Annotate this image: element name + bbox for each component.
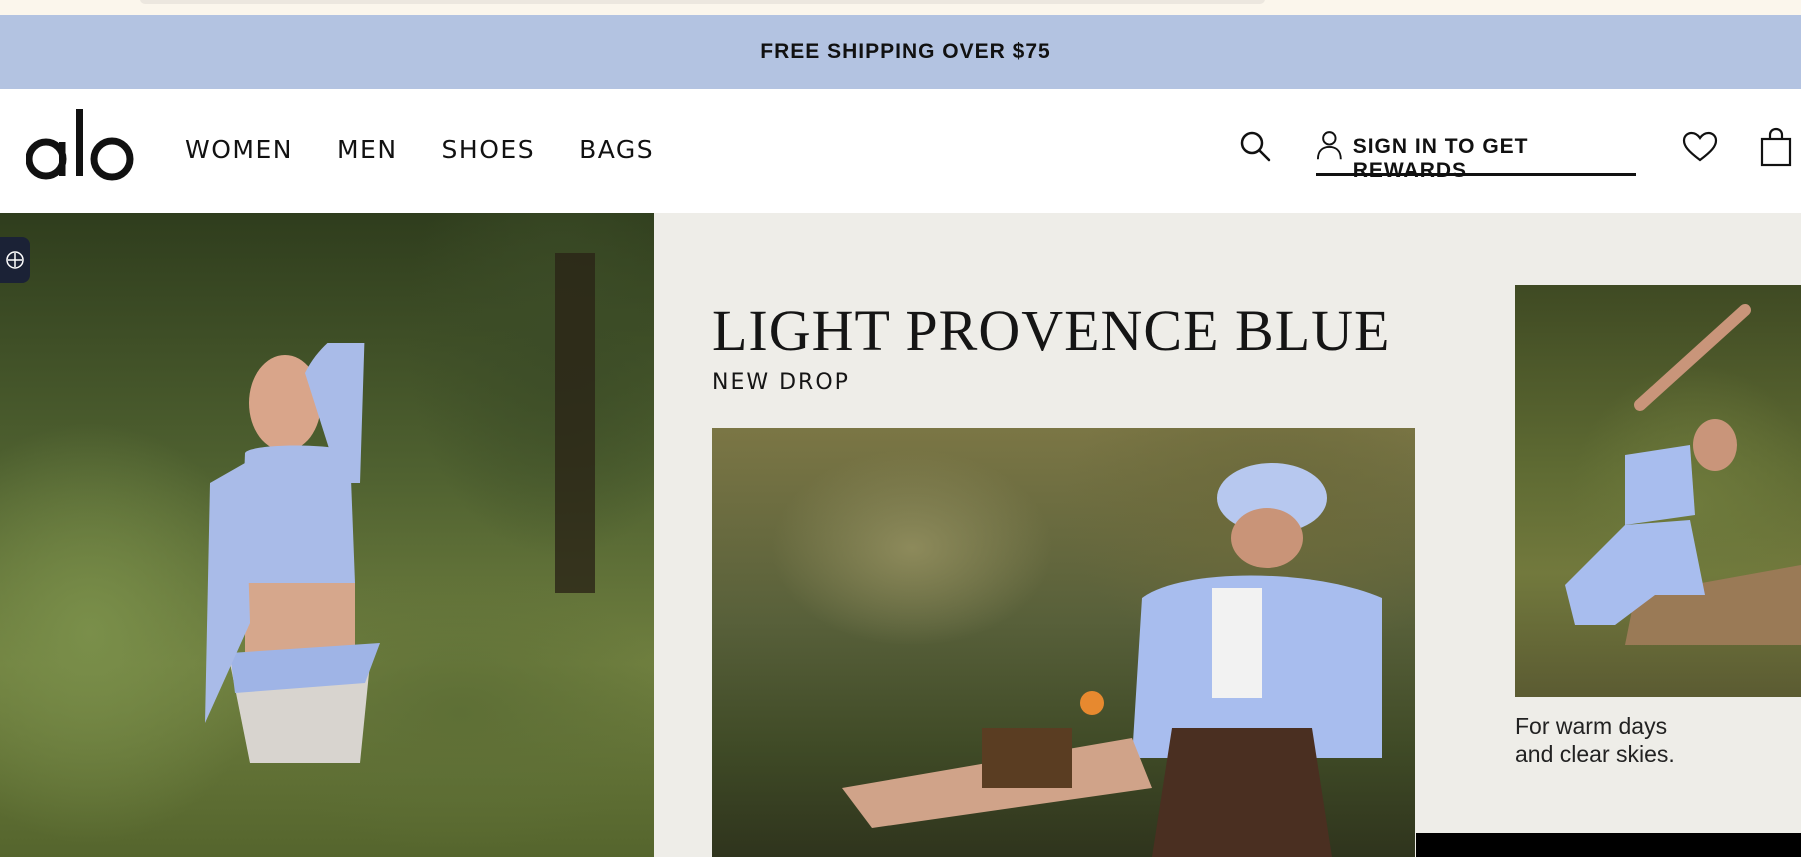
user-icon bbox=[1316, 131, 1342, 160]
top-strip bbox=[0, 0, 1801, 16]
model-seated-picnic-figure bbox=[842, 463, 1382, 857]
model-in-blue-top-figure bbox=[205, 343, 380, 763]
hero-photo-left[interactable] bbox=[0, 213, 654, 857]
menu-item-men[interactable]: MEN bbox=[337, 135, 398, 164]
promo-banner[interactable]: FREE SHIPPING OVER $75 bbox=[0, 15, 1801, 89]
caption-line-1: For warm days bbox=[1515, 713, 1668, 739]
hero-headline: LIGHT PROVENCE BLUE bbox=[712, 298, 1391, 363]
tree-trunk-shape bbox=[555, 253, 595, 593]
menu-item-bags[interactable]: BAGS bbox=[579, 135, 654, 164]
sign-in-rewards-link[interactable]: SIGN IN TO GET REWARDS bbox=[1316, 129, 1636, 182]
menu-item-women[interactable]: WOMEN bbox=[185, 135, 293, 164]
accessibility-widget-button[interactable] bbox=[0, 237, 30, 283]
shopping-bag-icon[interactable] bbox=[1760, 127, 1792, 167]
hero-subhead: NEW DROP bbox=[712, 370, 850, 395]
hero-caption: For warm days and clear skies. bbox=[1515, 712, 1675, 768]
hero-photo-center[interactable] bbox=[712, 428, 1415, 857]
promo-text: FREE SHIPPING OVER $75 bbox=[760, 40, 1051, 63]
menu-item-shoes[interactable]: SHOES bbox=[442, 135, 536, 164]
sign-in-label: SIGN IN TO GET REWARDS bbox=[1352, 135, 1529, 182]
accessibility-icon bbox=[6, 251, 24, 269]
heart-icon[interactable] bbox=[1682, 131, 1718, 163]
chat-widget-bar[interactable] bbox=[1416, 833, 1801, 857]
model-yoga-stretch-figure bbox=[1565, 304, 1801, 645]
hero-section: LIGHT PROVENCE BLUE NEW DROP For warm da… bbox=[0, 213, 1801, 857]
hero-photo-right[interactable] bbox=[1515, 285, 1801, 697]
caption-line-2: and clear skies. bbox=[1515, 741, 1675, 767]
top-scroll-bar bbox=[140, 0, 1265, 4]
search-icon[interactable] bbox=[1238, 129, 1272, 163]
primary-menu: WOMEN MEN SHOES BAGS bbox=[185, 135, 698, 164]
alo-logo[interactable]: alo bbox=[26, 107, 136, 187]
main-navigation: alo WOMEN MEN SHOES BAGS SIGN IN TO GET … bbox=[0, 89, 1801, 214]
